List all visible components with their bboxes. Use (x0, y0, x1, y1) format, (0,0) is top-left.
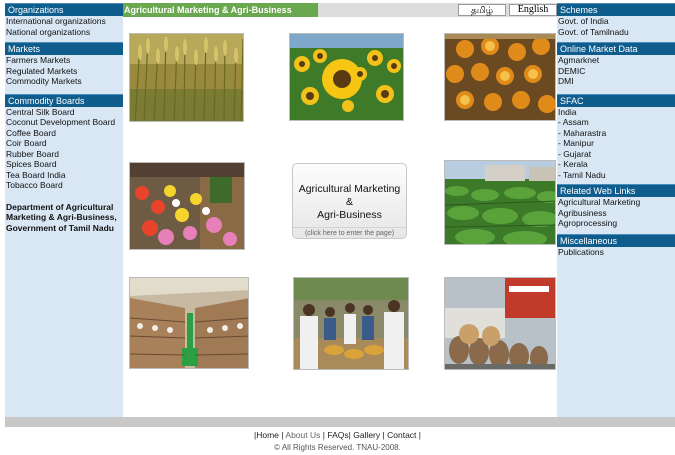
link-commodity-markets[interactable]: Commodity Markets (5, 76, 123, 87)
sfac-header: SFAC (557, 93, 675, 107)
organizations-header: Organizations (5, 3, 123, 16)
photo-poultry-farm[interactable] (129, 277, 249, 369)
link-dmi[interactable]: DMI (557, 76, 675, 87)
link-tea-board-india[interactable]: Tea Board India (5, 170, 123, 181)
footer-gallery-link[interactable]: Gallery (353, 430, 380, 440)
link-coffee-board[interactable]: Coffee Board (5, 128, 123, 139)
link-tobacco-board[interactable]: Tobacco Board (5, 180, 123, 191)
link-agricultural-marketing[interactable]: Agricultural Marketing (557, 197, 675, 208)
link-regulated-markets[interactable]: Regulated Markets (5, 66, 123, 77)
center-title-ampersand: & (345, 196, 353, 208)
related-web-links-header: Related Web Links (557, 184, 675, 197)
tamil-language-button[interactable]: தமிழ் (458, 4, 506, 16)
online-market-data-header: Online Market Data (557, 42, 675, 55)
photo-vegetable-field[interactable] (444, 160, 556, 245)
photo-flower-shop[interactable] (129, 162, 245, 250)
footer-about-link[interactable]: About Us (285, 430, 320, 440)
photo-wheat-field[interactable] (129, 33, 244, 122)
link-demic[interactable]: DEMIC (557, 66, 675, 77)
enter-page-button[interactable]: Agricultural Marketing & Agri-Business (… (292, 163, 407, 239)
footer-home-link[interactable]: Home (256, 430, 279, 440)
right-sidebar: Schemes Govt. of India Govt. of Tamilnad… (557, 3, 675, 417)
link-sfac-manipur[interactable]: - Manipur (557, 138, 675, 149)
link-farmers-markets[interactable]: Farmers Markets (5, 55, 123, 66)
link-rubber-board[interactable]: Rubber Board (5, 149, 123, 160)
commodity-boards-header: Commodity Boards (5, 93, 123, 107)
link-spices-board[interactable]: Spices Board (5, 159, 123, 170)
left-sidebar: Organizations International organization… (5, 3, 123, 417)
schemes-header: Schemes (557, 3, 675, 16)
link-sfac-assam[interactable]: - Assam (557, 117, 675, 128)
link-sfac-tamil-nadu[interactable]: - Tamil Nadu (557, 170, 675, 181)
bottom-band (5, 417, 675, 427)
copyright-text: © All Rights Reserved. TNAU-2008. (274, 443, 401, 452)
link-agribusiness[interactable]: Agribusiness (557, 208, 675, 219)
link-coir-board[interactable]: Coir Board (5, 138, 123, 149)
link-agroprocessing[interactable]: Agroprocessing (557, 218, 675, 229)
photo-sacks-truck[interactable] (444, 277, 556, 370)
link-sfac-india[interactable]: India (557, 107, 675, 118)
department-link[interactable]: Department of Agricultural Marketing & A… (5, 202, 123, 234)
link-sfac-gujarat[interactable]: - Gujarat (557, 149, 675, 160)
center-click-hint: (click here to enter the page) (293, 227, 406, 237)
link-central-silk-board[interactable]: Central Silk Board (5, 107, 123, 118)
footer-contact-link[interactable]: Contact (387, 430, 416, 440)
link-sfac-maharastra[interactable]: - Maharastra (557, 128, 675, 139)
link-international-organizations[interactable]: International organizations (5, 16, 123, 27)
link-coconut-development-board[interactable]: Coconut Development Board (5, 117, 123, 128)
english-language-button[interactable]: English (509, 4, 557, 16)
center-title-line3: Agri-Business (317, 209, 382, 221)
link-govt-of-india[interactable]: Govt. of India (557, 16, 675, 27)
markets-header: Markets (5, 42, 123, 55)
footer-faqs-link[interactable]: FAQs (327, 430, 348, 440)
footer-nav: |Home | About Us | FAQs| Gallery | Conta… (254, 430, 421, 440)
link-publications[interactable]: Publications (557, 247, 675, 258)
photo-sunflowers[interactable] (289, 33, 404, 121)
miscellaneous-header: Miscellaneous (557, 233, 675, 247)
photo-produce-baskets[interactable] (444, 33, 556, 121)
site-banner-title: Agricultural Marketing & Agri-Business (123, 3, 318, 17)
link-agmarknet[interactable]: Agmarknet (557, 55, 675, 66)
link-national-organizations[interactable]: National organizations (5, 27, 123, 38)
link-sfac-kerala[interactable]: - Kerala (557, 159, 675, 170)
top-band: Agricultural Marketing & Agri-Business த… (123, 3, 557, 17)
link-govt-of-tamilnadu[interactable]: Govt. of Tamilnadu (557, 27, 675, 38)
photo-market-people[interactable] (293, 277, 409, 370)
center-title-line1: Agricultural Marketing (298, 183, 401, 195)
